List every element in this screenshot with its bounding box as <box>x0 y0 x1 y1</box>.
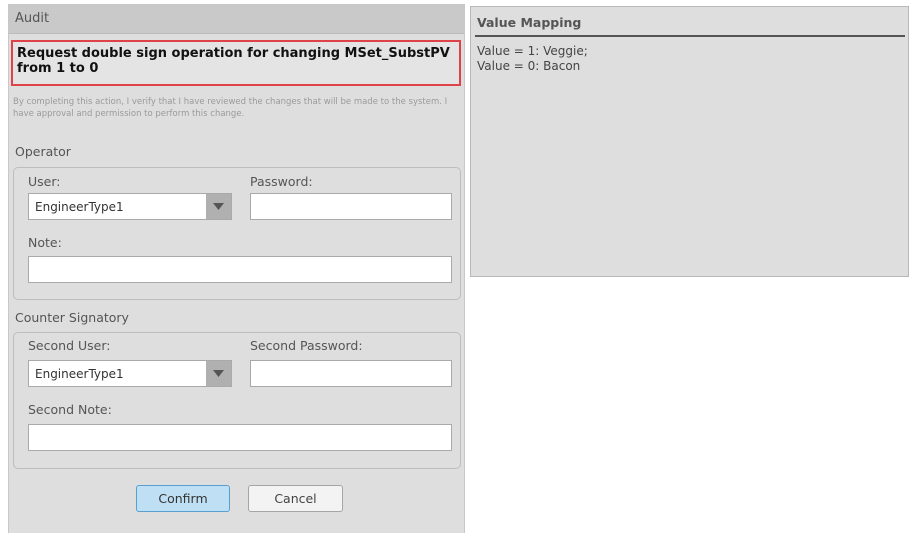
confirm-button[interactable]: Confirm <box>136 485 230 512</box>
value-mapping-line: Value = 1: Veggie; <box>477 44 588 58</box>
operator-fieldset: User: EngineerType1 Password: Note: <box>13 167 461 300</box>
value-mapping-line: Value = 0: Bacon <box>477 59 581 73</box>
chevron-down-icon <box>213 203 224 210</box>
audit-header: Audit <box>9 4 464 34</box>
password-input[interactable] <box>250 193 452 220</box>
counter-fieldset: Second User: EngineerType1 Second Passwo… <box>13 332 461 469</box>
second-note-input[interactable] <box>28 424 452 451</box>
value-mapping-title: Value Mapping <box>477 15 582 30</box>
second-user-label: Second User: <box>28 338 111 353</box>
note-label: Note: <box>28 235 62 250</box>
second-password-label: Second Password: <box>250 338 363 353</box>
note-input[interactable] <box>28 256 452 283</box>
second-user-select-value: EngineerType1 <box>35 367 124 381</box>
value-mapping-divider <box>475 35 905 37</box>
chevron-down-icon <box>213 370 224 377</box>
user-select[interactable]: EngineerType1 <box>28 193 232 220</box>
user-select-value: EngineerType1 <box>35 200 124 214</box>
second-note-label: Second Note: <box>28 402 112 417</box>
operator-section-title: Operator <box>15 144 71 159</box>
value-mapping-panel: Value Mapping Value = 1: Veggie; Value =… <box>470 6 909 277</box>
password-label: Password: <box>250 174 313 189</box>
counter-section-title: Counter Signatory <box>15 310 129 325</box>
request-message: Request double sign operation for changi… <box>11 40 461 86</box>
cancel-button[interactable]: Cancel <box>248 485 343 512</box>
user-label: User: <box>28 174 61 189</box>
audit-panel: Audit Request double sign operation for … <box>8 4 465 533</box>
user-dropdown-button[interactable] <box>206 194 231 219</box>
second-password-input[interactable] <box>250 360 452 387</box>
audit-title: Audit <box>15 11 50 26</box>
disclaimer-text: By completing this action, I verify that… <box>13 97 448 119</box>
second-user-select[interactable]: EngineerType1 <box>28 360 232 387</box>
second-user-dropdown-button[interactable] <box>206 361 231 386</box>
